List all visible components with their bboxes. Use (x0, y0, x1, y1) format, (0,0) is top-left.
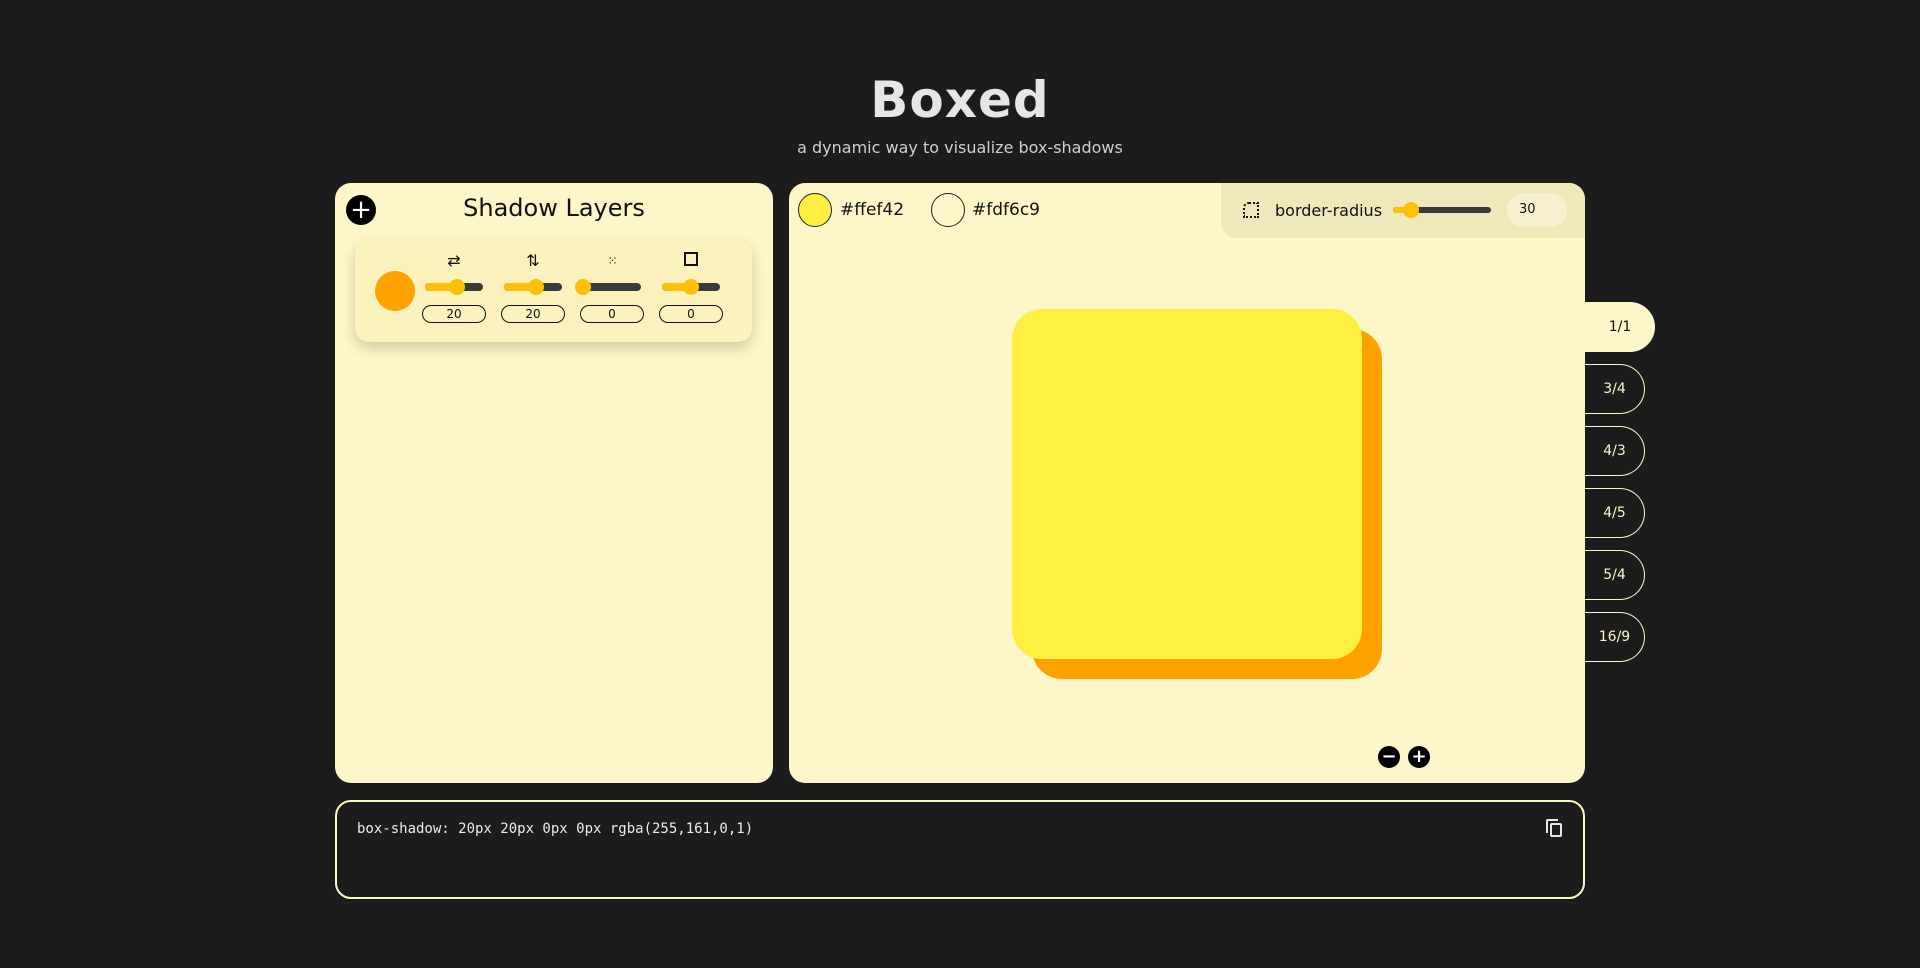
square-icon (684, 252, 698, 266)
aspect-ratio-4-3[interactable]: 4/3 (1585, 426, 1645, 476)
aspect-ratio-1-1[interactable]: 1/1 (1585, 302, 1655, 352)
zoom-in-button[interactable]: + (1408, 746, 1430, 768)
spread-slider[interactable] (662, 279, 720, 295)
aspect-ratio-5-4[interactable]: 5/4 (1585, 550, 1645, 600)
minus-icon: − (1381, 746, 1397, 767)
offset-y-control: ⇅ 20 (500, 252, 566, 323)
blur-dots-icon: ⁙ (607, 254, 617, 268)
border-radius-input[interactable]: 30 (1507, 193, 1567, 227)
spread-control: 0 (658, 252, 724, 323)
preview-box (1012, 309, 1362, 659)
vertical-arrows-icon: ⇅ (526, 251, 540, 270)
background-color-picker[interactable] (931, 193, 965, 227)
spread-input[interactable]: 0 (659, 305, 723, 323)
box-color-label: #ffef42 (840, 200, 905, 220)
offset-x-control: ⇄ 20 (421, 252, 487, 323)
css-output-panel: box-shadow: 20px 20px 0px 0px rgba(255,1… (335, 800, 1585, 899)
plus-icon: + (1411, 746, 1427, 767)
offset-y-slider[interactable] (504, 279, 562, 295)
css-output-text[interactable]: box-shadow: 20px 20px 0px 0px rgba(255,1… (357, 821, 753, 837)
shadow-layer-card: ⇄ 20 ⇅ 20 ⁙ 0 0 (355, 240, 752, 342)
header: Boxed a dynamic way to visualize box-sha… (0, 64, 1920, 157)
aspect-ratio-4-5[interactable]: 4/5 (1585, 488, 1645, 538)
offset-y-input[interactable]: 20 (501, 305, 565, 323)
horizontal-arrows-icon: ⇄ (447, 251, 461, 270)
aspect-ratio-16-9[interactable]: 16/9 (1585, 612, 1645, 662)
app-subtitle: a dynamic way to visualize box-shadows (797, 138, 1123, 157)
shadow-layers-title: Shadow Layers (463, 194, 645, 222)
copy-icon[interactable] (1546, 819, 1562, 837)
border-radius-icon (1243, 202, 1259, 218)
border-radius-slider[interactable] (1393, 202, 1491, 218)
box-color-picker[interactable] (798, 193, 832, 227)
preview-panel: #ffef42 #fdf6c9 border-radius 30 − + (789, 183, 1585, 783)
border-radius-bar: border-radius 30 (1221, 183, 1585, 238)
offset-x-slider[interactable] (425, 279, 483, 295)
aspect-ratio-3-4[interactable]: 3/4 (1585, 364, 1645, 414)
background-color-label: #fdf6c9 (972, 200, 1040, 220)
shadow-layers-panel: + Shadow Layers ⇄ 20 ⇅ 20 ⁙ 0 0 (335, 183, 773, 783)
layer-color-swatch[interactable] (375, 271, 415, 311)
blur-slider[interactable] (575, 279, 641, 295)
blur-input[interactable]: 0 (580, 305, 644, 323)
blur-control: ⁙ 0 (575, 252, 645, 323)
border-radius-label: border-radius (1275, 201, 1383, 220)
zoom-out-button[interactable]: − (1378, 746, 1400, 768)
offset-x-input[interactable]: 20 (422, 305, 486, 323)
app-title: Boxed (870, 71, 1050, 129)
